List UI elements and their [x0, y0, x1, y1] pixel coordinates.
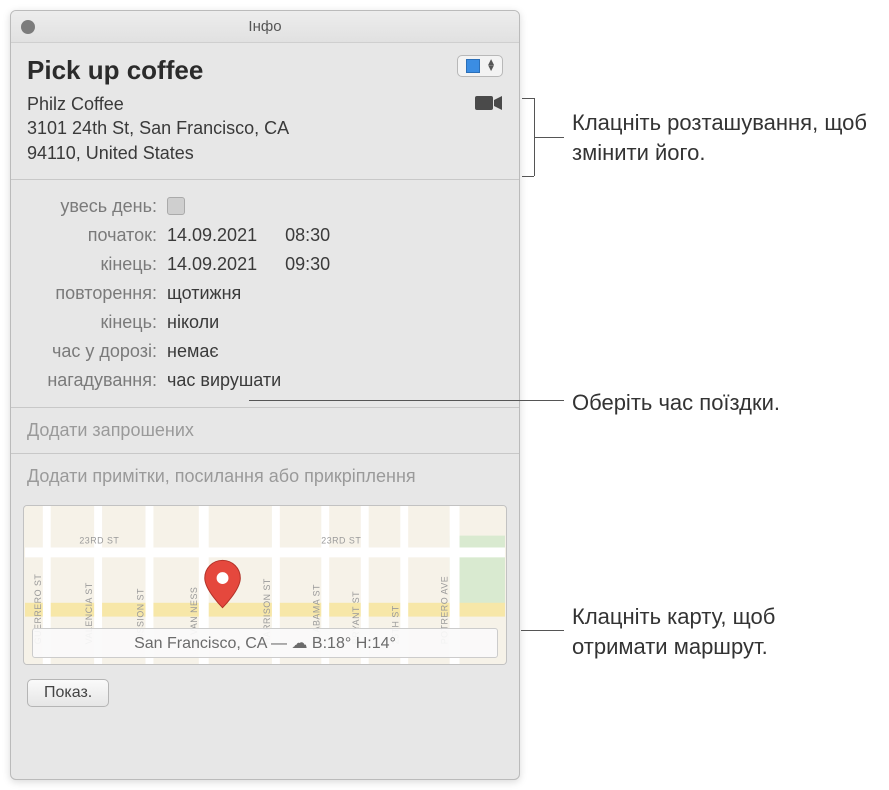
- travel-label: час у дорозі:: [27, 341, 167, 362]
- weather-bar: San Francisco, CA — ☁︎ В:18° Н:14°: [32, 628, 498, 658]
- alert-value[interactable]: час вирушати: [167, 370, 281, 391]
- calendar-color-swatch: [466, 59, 480, 73]
- repeat-value[interactable]: щотижня: [167, 283, 241, 304]
- start-time[interactable]: 08:30: [285, 225, 330, 246]
- start-label: початок:: [27, 225, 167, 246]
- callout-bracket-bottom: [522, 176, 534, 177]
- show-button[interactable]: Показ.: [27, 679, 109, 707]
- add-invitees[interactable]: Додати запрошених: [11, 408, 519, 453]
- calendar-picker[interactable]: ▲▼: [457, 55, 503, 77]
- event-header: Pick up coffee ▲▼ Philz Coffee 3101 24th…: [11, 43, 519, 179]
- svg-text:23RD ST: 23RD ST: [321, 535, 361, 545]
- event-fields: увесь день: початок: 14.09.2021 08:30 кі…: [11, 180, 519, 407]
- end-label: кінець:: [27, 254, 167, 275]
- location-name: Philz Coffee: [27, 92, 289, 116]
- callout-map: Клацніть карту, щоб отримати маршрут.: [572, 602, 872, 661]
- allday-checkbox[interactable]: [167, 197, 185, 215]
- callout-connector: [534, 137, 564, 138]
- callout-bracket-top: [522, 98, 534, 99]
- map-preview[interactable]: 23RD ST 23RD ST GUERRERO ST VALENCIA ST …: [23, 505, 507, 665]
- endrepeat-value[interactable]: ніколи: [167, 312, 219, 333]
- add-notes[interactable]: Додати примітки, посилання або прикріпле…: [11, 454, 519, 499]
- panel-footer: Показ.: [11, 665, 519, 721]
- travel-value[interactable]: немає: [167, 341, 219, 362]
- window-title: Інфо: [11, 18, 519, 35]
- window-titlebar: Інфо: [11, 11, 519, 43]
- svg-text:23RD ST: 23RD ST: [79, 535, 119, 545]
- end-time[interactable]: 09:30: [285, 254, 330, 275]
- callout-travel: Оберіть час поїздки.: [572, 388, 780, 418]
- chevron-updown-icon: ▲▼: [486, 60, 496, 72]
- callout-location: Клацніть розташування, щоб змінити його.: [572, 108, 872, 167]
- video-camera-icon[interactable]: [475, 94, 503, 112]
- alert-label: нагадування:: [27, 370, 167, 391]
- event-title[interactable]: Pick up coffee: [27, 55, 203, 86]
- info-panel: Інфо Pick up coffee ▲▼ Philz Coffee 3101…: [10, 10, 520, 780]
- event-location[interactable]: Philz Coffee 3101 24th St, San Francisco…: [27, 92, 289, 165]
- endrepeat-label: кінець:: [27, 312, 167, 333]
- location-address-1: 3101 24th St, San Francisco, CA: [27, 116, 289, 140]
- start-date[interactable]: 14.09.2021: [167, 225, 257, 246]
- allday-label: увесь день:: [27, 196, 167, 217]
- repeat-label: повторення:: [27, 283, 167, 304]
- close-icon[interactable]: [21, 20, 35, 34]
- location-address-2: 94110, United States: [27, 141, 289, 165]
- end-date[interactable]: 14.09.2021: [167, 254, 257, 275]
- callout-connector: [249, 400, 564, 401]
- callout-connector: [521, 630, 564, 631]
